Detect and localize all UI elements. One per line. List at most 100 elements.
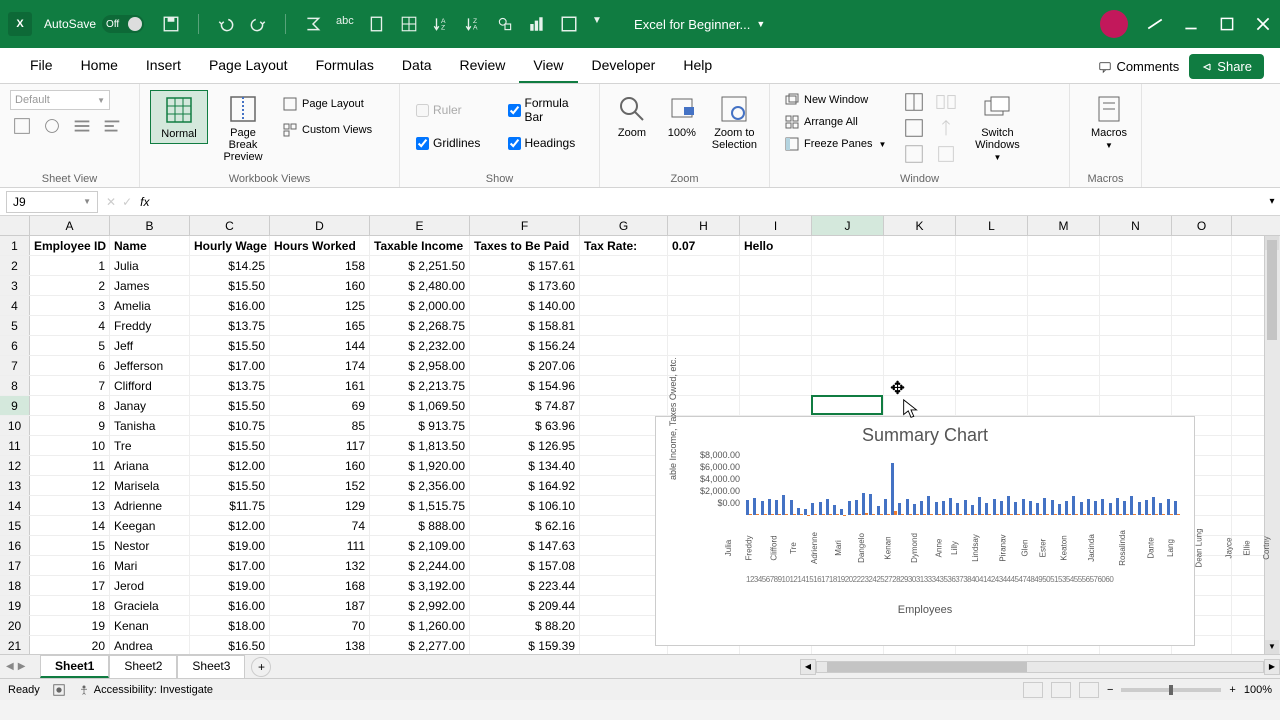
cell-A20[interactable]: 19 <box>30 616 110 635</box>
cell-C18[interactable]: $19.00 <box>190 576 270 595</box>
autosave-toggle[interactable]: AutoSave Off <box>44 15 144 33</box>
cell-K5[interactable] <box>884 316 956 335</box>
borders-icon[interactable] <box>560 15 578 33</box>
column-header-E[interactable]: E <box>370 216 470 235</box>
cell-I8[interactable] <box>740 376 812 395</box>
cell-E21[interactable]: $ 2,277.00 <box>370 636 470 654</box>
cell-F8[interactable]: $ 154.96 <box>470 376 580 395</box>
cell-G7[interactable] <box>580 356 668 375</box>
fx-icon[interactable]: fx <box>140 195 149 209</box>
cell-D15[interactable]: 74 <box>270 516 370 535</box>
cell-A9[interactable]: 8 <box>30 396 110 415</box>
cell-N2[interactable] <box>1100 256 1172 275</box>
cell-H2[interactable] <box>668 256 740 275</box>
cell-E1[interactable]: Taxable Income <box>370 236 470 255</box>
row-header-15[interactable]: 15 <box>0 516 30 535</box>
row-header-16[interactable]: 16 <box>0 536 30 555</box>
close-icon[interactable] <box>1254 15 1272 33</box>
ruler-checkbox[interactable]: Ruler <box>414 94 494 126</box>
cell-F3[interactable]: $ 173.60 <box>470 276 580 295</box>
cell-C20[interactable]: $18.00 <box>190 616 270 635</box>
cell-E11[interactable]: $ 1,813.50 <box>370 436 470 455</box>
cell-G4[interactable] <box>580 296 668 315</box>
tab-data[interactable]: Data <box>388 49 446 83</box>
cell-B13[interactable]: Marisela <box>110 476 190 495</box>
cell-E9[interactable]: $ 1,069.50 <box>370 396 470 415</box>
custom-views-button[interactable]: Custom Views <box>278 120 376 140</box>
keep-view-icon[interactable] <box>10 114 34 138</box>
page-layout-status-icon[interactable] <box>1051 682 1071 698</box>
cell-E4[interactable]: $ 2,000.00 <box>370 296 470 315</box>
share-button[interactable]: Share <box>1189 54 1264 79</box>
column-header-B[interactable]: B <box>110 216 190 235</box>
cell-A13[interactable]: 12 <box>30 476 110 495</box>
row-header-17[interactable]: 17 <box>0 556 30 575</box>
cell-H8[interactable] <box>668 376 740 395</box>
cell-F18[interactable]: $ 223.44 <box>470 576 580 595</box>
column-header-I[interactable]: I <box>740 216 812 235</box>
summary-chart[interactable]: Summary Chart able Income, Taxes Owed, e… <box>655 416 1195 646</box>
cell-L8[interactable] <box>956 376 1028 395</box>
page-break-status-icon[interactable] <box>1079 682 1099 698</box>
cell-O3[interactable] <box>1172 276 1232 295</box>
options-view-icon[interactable] <box>100 114 124 138</box>
cell-D17[interactable]: 132 <box>270 556 370 575</box>
cell-E20[interactable]: $ 1,260.00 <box>370 616 470 635</box>
new-window-button[interactable]: New Window <box>780 90 890 110</box>
cell-J6[interactable] <box>812 336 884 355</box>
redo-icon[interactable] <box>249 15 267 33</box>
cell-E12[interactable]: $ 1,920.00 <box>370 456 470 475</box>
cell-O1[interactable] <box>1172 236 1232 255</box>
cell-B8[interactable]: Clifford <box>110 376 190 395</box>
cell-E10[interactable]: $ 913.75 <box>370 416 470 435</box>
cell-F12[interactable]: $ 134.40 <box>470 456 580 475</box>
headings-checkbox[interactable]: Headings <box>506 134 586 152</box>
select-all-corner[interactable] <box>0 216 30 236</box>
chart-icon[interactable] <box>528 15 546 33</box>
tab-view[interactable]: View <box>519 49 577 83</box>
cell-D12[interactable]: 160 <box>270 456 370 475</box>
sync-scroll-icon[interactable] <box>934 116 958 140</box>
hide-icon[interactable] <box>902 116 926 140</box>
cell-F19[interactable]: $ 209.44 <box>470 596 580 615</box>
zoom-button[interactable]: Zoom <box>610 90 654 142</box>
cell-J4[interactable] <box>812 296 884 315</box>
cell-B10[interactable]: Tanisha <box>110 416 190 435</box>
cell-L9[interactable] <box>956 396 1028 415</box>
cell-F15[interactable]: $ 62.16 <box>470 516 580 535</box>
cell-D9[interactable]: 69 <box>270 396 370 415</box>
expand-formula-bar-icon[interactable]: ▾ <box>1264 196 1280 207</box>
cell-N7[interactable] <box>1100 356 1172 375</box>
cell-C16[interactable]: $19.00 <box>190 536 270 555</box>
cell-K8[interactable] <box>884 376 956 395</box>
cell-J2[interactable] <box>812 256 884 275</box>
cell-B19[interactable]: Graciela <box>110 596 190 615</box>
vertical-scrollbar[interactable]: ▲ ▼ <box>1264 236 1280 654</box>
row-header-18[interactable]: 18 <box>0 576 30 595</box>
sheet-view-dropdown[interactable]: Default▼ <box>10 90 110 110</box>
cell-M7[interactable] <box>1028 356 1100 375</box>
cell-C3[interactable]: $15.50 <box>190 276 270 295</box>
cell-D5[interactable]: 165 <box>270 316 370 335</box>
spellcheck-icon[interactable]: abc <box>336 15 354 33</box>
cell-B17[interactable]: Mari <box>110 556 190 575</box>
name-box[interactable]: J9▼ <box>6 191 98 213</box>
cell-F20[interactable]: $ 88.20 <box>470 616 580 635</box>
cell-A8[interactable]: 7 <box>30 376 110 395</box>
cell-E19[interactable]: $ 2,992.00 <box>370 596 470 615</box>
cell-F21[interactable]: $ 159.39 <box>470 636 580 654</box>
cell-I4[interactable] <box>740 296 812 315</box>
cell-A11[interactable]: 10 <box>30 436 110 455</box>
cell-H7[interactable] <box>668 356 740 375</box>
cell-C19[interactable]: $16.00 <box>190 596 270 615</box>
cell-F5[interactable]: $ 158.81 <box>470 316 580 335</box>
cell-A16[interactable]: 15 <box>30 536 110 555</box>
cell-F17[interactable]: $ 157.08 <box>470 556 580 575</box>
column-header-J[interactable]: J <box>812 216 884 235</box>
cell-E18[interactable]: $ 3,192.00 <box>370 576 470 595</box>
cell-B20[interactable]: Kenan <box>110 616 190 635</box>
tab-file[interactable]: File <box>16 49 67 83</box>
cell-D2[interactable]: 158 <box>270 256 370 275</box>
cell-A3[interactable]: 2 <box>30 276 110 295</box>
view-side-icon[interactable] <box>934 90 958 114</box>
